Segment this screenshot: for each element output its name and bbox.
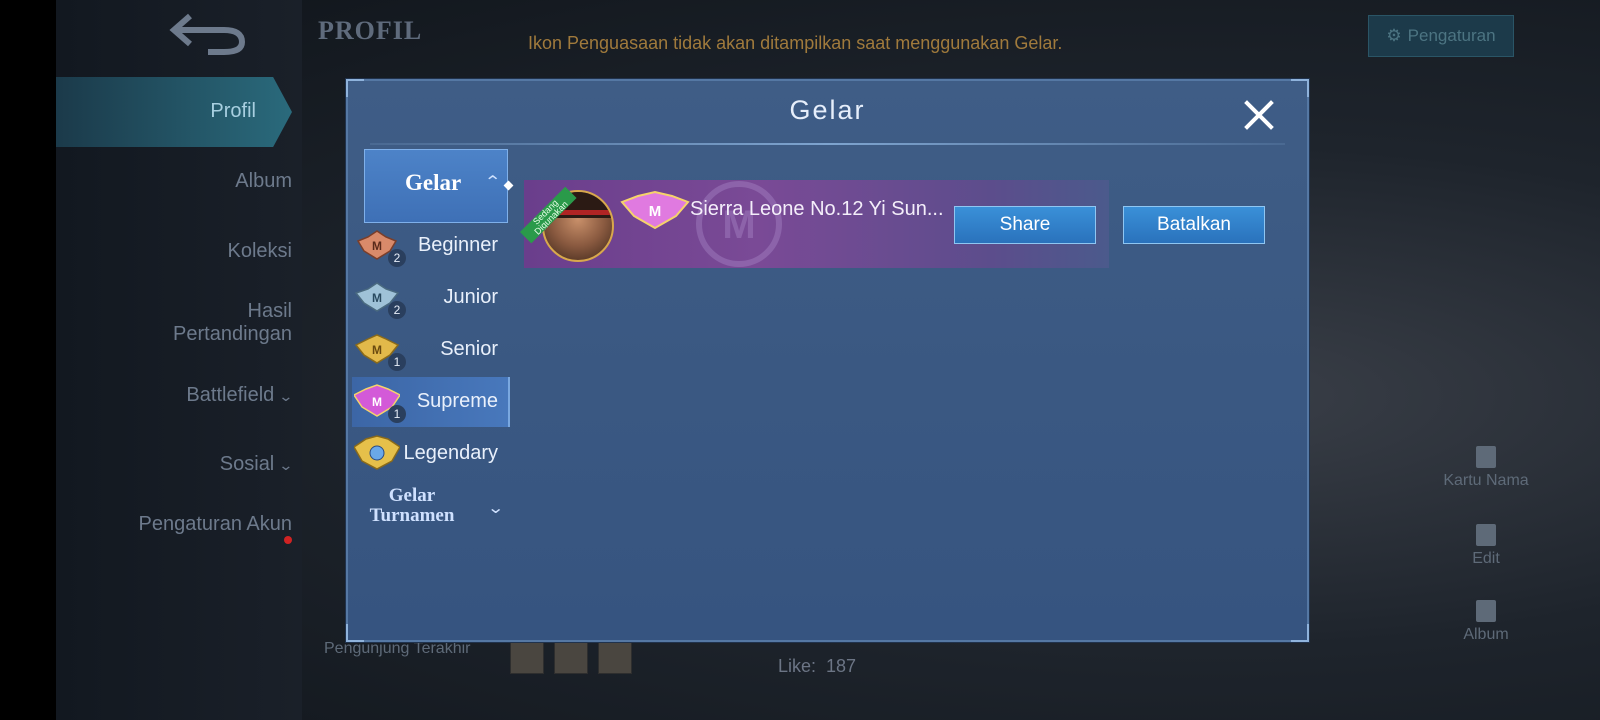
chevron-up-icon: ⌃ [483, 174, 502, 191]
rank-label: Supreme [416, 390, 498, 412]
svg-text:M: M [372, 395, 382, 409]
tab-gelar-label: Gelar [405, 170, 462, 195]
nav-item-label: Pengaturan Akun [138, 513, 292, 535]
nav-item-label: Profil [210, 100, 256, 122]
rank-item-senior[interactable]: M 1 Senior [352, 325, 508, 375]
nav-item-label: Hasil Pertandingan [173, 300, 292, 345]
edit-button[interactable]: Edit [1431, 524, 1541, 568]
cancel-button[interactable]: Batalkan [1123, 206, 1265, 244]
image-icon [1476, 600, 1496, 622]
legendary-emblem-icon [354, 435, 400, 470]
rank-item-legendary[interactable]: Legendary [352, 429, 508, 479]
edit-icon [1476, 524, 1496, 546]
rank-count-badge: 1 [388, 353, 406, 371]
rank-count-badge: 2 [388, 301, 406, 319]
rank-item-junior[interactable]: M 2 Junior [352, 273, 508, 323]
rank-label: Junior [443, 286, 498, 308]
nav-item-label: Album [235, 170, 292, 192]
like-count: Like: 187 [778, 656, 856, 677]
divider [370, 143, 1285, 145]
nav-item-profil[interactable]: Profil [56, 77, 292, 147]
recent-visitors-label: Pengunjung Terakhir [324, 640, 471, 657]
chevron-down-icon: ⌄ [486, 500, 505, 517]
left-nav: Profil Album Koleksi Hasil Pertandingan … [56, 0, 302, 720]
svg-text:M: M [372, 291, 382, 305]
nav-item-hasil-pertandingan[interactable]: Hasil Pertandingan [142, 300, 292, 346]
name-card-icon [1476, 446, 1496, 468]
svg-text:M: M [372, 343, 382, 357]
album-label: Album [1463, 626, 1509, 643]
settings-button-label: Pengaturan [1407, 26, 1496, 45]
notification-dot [284, 536, 292, 544]
close-icon[interactable] [1239, 95, 1279, 135]
rank-count-badge: 2 [388, 249, 406, 267]
chevron-down-icon: ⌄ [278, 457, 294, 473]
notice-text: Ikon Penguasaan tidak akan ditampilkan s… [528, 33, 1063, 53]
page-title: PROFIL [318, 16, 423, 45]
nav-item-label: Sosial [219, 453, 275, 475]
share-button[interactable]: Share [954, 206, 1096, 244]
settings-button[interactable]: ⚙ Pengaturan [1368, 15, 1514, 57]
album-button[interactable]: Album [1431, 600, 1541, 644]
tab-tournament-label: Gelar Turnamen [369, 485, 455, 526]
rank-label: Legendary [403, 442, 498, 464]
name-card-label: Kartu Nama [1443, 472, 1529, 489]
modal-title: Gelar [789, 95, 866, 125]
like-label: Like: [778, 656, 817, 676]
like-value: 187 [826, 656, 857, 676]
visitor-avatar[interactable] [554, 640, 588, 674]
title-modal: Gelar Gelar ⌃ M 2 Beginner M 2 Junior M … [346, 79, 1309, 642]
nav-item-sosial[interactable]: Sosial ⌄ [62, 453, 294, 477]
svg-text:M: M [649, 203, 662, 220]
selection-marker [503, 180, 514, 191]
title-name: Sierra Leone No.12 Yi Sun... [690, 198, 944, 220]
edit-label: Edit [1472, 550, 1500, 567]
chevron-down-icon: ⌄ [278, 388, 294, 404]
nav-item-pengaturan-akun[interactable]: Pengaturan Akun [132, 513, 292, 559]
visitor-avatar[interactable] [510, 640, 544, 674]
name-card-button[interactable]: Kartu Nama [1431, 446, 1541, 490]
gear-icon: ⚙ [1386, 26, 1402, 45]
frame-corner [346, 624, 364, 642]
nav-item-label: Battlefield [186, 384, 275, 406]
rank-label: Senior [440, 338, 498, 360]
tab-gelar-turnamen[interactable]: Gelar Turnamen ⌄ [356, 486, 506, 536]
supreme-emblem-icon: M [620, 190, 690, 230]
svg-text:M: M [372, 239, 382, 253]
rank-label: Beginner [417, 234, 498, 256]
nav-item-battlefield[interactable]: Battlefield ⌄ [62, 384, 294, 408]
nav-item-album[interactable]: Album [62, 170, 292, 193]
rank-count-badge: 1 [388, 405, 406, 423]
back-arrow-icon[interactable] [168, 8, 248, 58]
m-emblem-watermark-icon: M [696, 181, 782, 267]
nav-item-koleksi[interactable]: Koleksi [62, 240, 292, 263]
frame-corner [1291, 624, 1309, 642]
rank-item-beginner[interactable]: M 2 Beginner [352, 221, 508, 271]
nav-item-label: Koleksi [227, 240, 292, 262]
tab-gelar[interactable]: Gelar ⌃ [364, 149, 514, 223]
visitor-avatar[interactable] [598, 640, 632, 674]
rank-item-supreme[interactable]: M 1 Supreme [352, 377, 510, 427]
